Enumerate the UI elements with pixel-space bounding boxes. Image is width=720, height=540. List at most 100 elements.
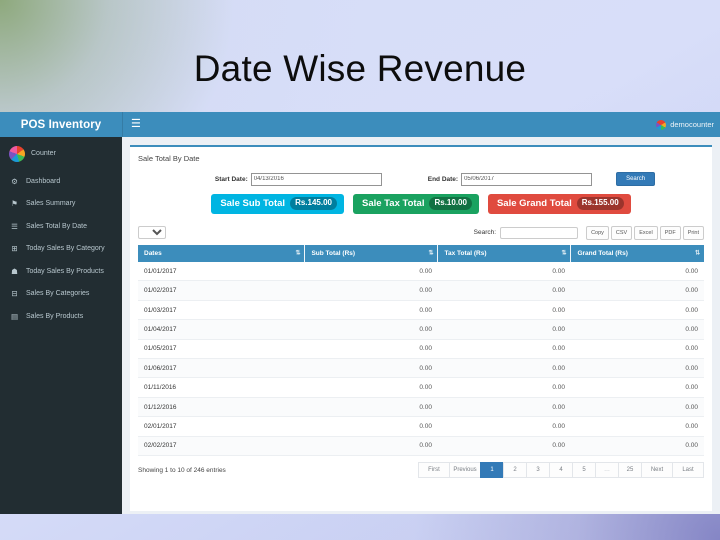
column-header-sub-total[interactable]: Sub Total (Rs) ⇅: [304, 244, 439, 262]
cell-amount: 0.00: [570, 339, 704, 360]
pagination-button[interactable]: 5: [572, 462, 596, 478]
cell-amount: 0.00: [570, 319, 704, 340]
end-date-input[interactable]: [461, 172, 593, 186]
sidebar-avatar-icon: [9, 145, 25, 162]
page-length-select[interactable]: 10: [138, 226, 166, 240]
user-menu[interactable]: democounter: [656, 119, 714, 130]
sidebar-user-label: Counter: [31, 150, 56, 157]
sidebar-user[interactable]: Counter: [0, 137, 122, 170]
cell-amount: 0.00: [304, 358, 438, 379]
sidebar-item-dashboard[interactable]: ⚙ Dashboard: [0, 170, 122, 193]
cell-date: 01/01/2017: [138, 261, 305, 282]
cell-amount: 0.00: [437, 339, 571, 360]
table-head: Dates ⇅ Sub Total (Rs) ⇅ Tax Total (Rs) …: [138, 244, 704, 262]
column-label: Grand Total (Rs): [577, 249, 628, 257]
search-button[interactable]: Search: [616, 172, 656, 186]
cell-amount: 0.00: [437, 358, 571, 379]
sidebar-item-label: Sales Total By Date: [26, 222, 87, 230]
badge-value: Rs.155.00: [576, 197, 624, 210]
table-header-row: Dates ⇅ Sub Total (Rs) ⇅ Tax Total (Rs) …: [138, 244, 704, 262]
top-navbar: POS Inventory ☰ democounter: [0, 112, 720, 137]
pagination-button[interactable]: 4: [549, 462, 573, 478]
slide-canvas: Date Wise Revenue POS Inventory ☰ democo…: [0, 0, 720, 540]
cell-amount: 0.00: [304, 300, 438, 321]
sale-tax-total-badge[interactable]: Sale Tax Total Rs.10.00: [353, 194, 479, 214]
pagination-button[interactable]: First: [418, 462, 450, 478]
export-button-group: Copy CSV Excel PDF Print: [586, 225, 704, 240]
pagination: First Previous 1 2 3 4 5… 25 Next Last: [418, 462, 704, 478]
sidebar: Counter ⚙ Dashboard ⚑ Sales Summary ☰ Sa…: [0, 137, 122, 514]
badge-label: Sale Grand Total: [496, 197, 572, 209]
table-row: 01/02/2017 0.00 0.00 0.00: [138, 280, 704, 301]
end-date-label: End Date:: [427, 175, 459, 183]
cell-amount: 0.00: [570, 397, 704, 418]
pagination-button[interactable]: Next: [641, 462, 673, 478]
date-filter-form: Start Date: End Date: Search: [138, 172, 704, 186]
sidebar-item-today-sales-by-category[interactable]: ⊞ Today Sales By Category: [0, 238, 122, 261]
report-icon: ▤: [10, 311, 19, 321]
cell-amount: 0.00: [437, 300, 571, 321]
badge-label: Sale Tax Total: [362, 197, 425, 209]
copy-button[interactable]: Copy: [586, 225, 609, 240]
cell-amount: 0.00: [570, 280, 704, 301]
pagination-button[interactable]: 3: [526, 462, 550, 478]
pagination-button[interactable]: Last: [672, 462, 704, 478]
app-brand[interactable]: POS Inventory: [0, 112, 122, 137]
column-label: Dates: [144, 249, 162, 257]
cell-date: 01/02/2017: [138, 280, 305, 301]
sidebar-item-sales-by-categories[interactable]: ⊟ Sales By Categories: [0, 283, 122, 306]
print-button[interactable]: Print: [682, 225, 704, 240]
cell-amount: 0.00: [437, 416, 571, 437]
cell-date: 01/05/2017: [138, 339, 305, 360]
cell-date: 02/01/2017: [138, 416, 305, 437]
cell-date: 01/11/2016: [138, 377, 305, 398]
search-input[interactable]: [500, 226, 579, 239]
cell-amount: 0.00: [304, 280, 438, 301]
sort-icon: ⇅: [428, 250, 433, 257]
column-header-tax-total[interactable]: Tax Total (Rs) ⇅: [437, 244, 572, 262]
table-row: 02/01/2017 0.00 0.00 0.00: [138, 416, 704, 437]
briefcase-icon: ☗: [11, 266, 18, 276]
sidebar-item-label: Sales By Categories: [26, 290, 90, 298]
column-header-grand-total[interactable]: Grand Total (Rs) ⇅: [570, 244, 704, 262]
start-date-label: Start Date:: [214, 175, 248, 183]
sale-sub-total-badge[interactable]: Sale Sub Total Rs.145.00: [211, 194, 344, 214]
csv-button[interactable]: CSV: [610, 225, 633, 240]
column-header-dates[interactable]: Dates ⇅: [138, 244, 306, 262]
cell-amount: 0.00: [304, 377, 438, 398]
sale-grand-total-badge[interactable]: Sale Grand Total Rs.155.00: [487, 194, 631, 214]
pagination-button[interactable]: …: [595, 462, 619, 478]
grid-icon: ⊞: [11, 244, 18, 253]
pagination-button[interactable]: 2: [503, 462, 527, 478]
sidebar-item-sales-summary[interactable]: ⚑ Sales Summary: [0, 193, 122, 216]
toolbar-right-group: Search: Copy CSV Excel PDF Print: [473, 225, 704, 240]
start-date-input[interactable]: [250, 172, 382, 186]
navbar-right: ☰ democounter: [122, 112, 720, 137]
sidebar-item-sales-total-by-date[interactable]: ☰ Sales Total By Date: [0, 215, 122, 238]
table-row: 01/01/2017 0.00 0.00 0.00: [138, 261, 704, 282]
start-date-field: Start Date:: [214, 172, 382, 186]
user-name: democounter: [670, 120, 714, 129]
pos-inventory-screenshot: POS Inventory ☰ democounter Counter ⚙ Da…: [0, 112, 720, 514]
sidebar-item-today-sales-by-products[interactable]: ☗ Today Sales By Products: [0, 260, 122, 283]
pdf-button[interactable]: PDF: [659, 225, 681, 240]
sidebar-item-label: Today Sales By Category: [26, 245, 105, 253]
column-label: Tax Total (Rs): [444, 249, 487, 257]
pagination-button[interactable]: 25: [618, 462, 642, 478]
cell-amount: 0.00: [304, 339, 438, 360]
totals-badges: Sale Sub Total Rs.145.00 Sale Tax Total …: [138, 194, 704, 214]
table-row: 01/12/2016 0.00 0.00 0.00: [138, 397, 704, 418]
table-search-label: Search:: [473, 229, 497, 237]
excel-button[interactable]: Excel: [634, 225, 658, 240]
sidebar-item-sales-by-products[interactable]: ▤ Sales By Products: [0, 305, 122, 328]
page-title: Date Wise Revenue: [193, 48, 527, 89]
pagination-button[interactable]: Previous: [449, 462, 481, 478]
cell-date: 01/03/2017: [138, 300, 305, 321]
cell-date: 01/06/2017: [138, 358, 305, 379]
cell-amount: 0.00: [437, 436, 571, 457]
hamburger-icon[interactable]: ☰: [131, 119, 141, 130]
table-row: 01/06/2017 0.00 0.00 0.00: [138, 358, 704, 379]
pagination-button[interactable]: 1: [480, 462, 504, 478]
sort-icon: ⇅: [561, 250, 566, 257]
list-icon: ☰: [11, 221, 18, 231]
